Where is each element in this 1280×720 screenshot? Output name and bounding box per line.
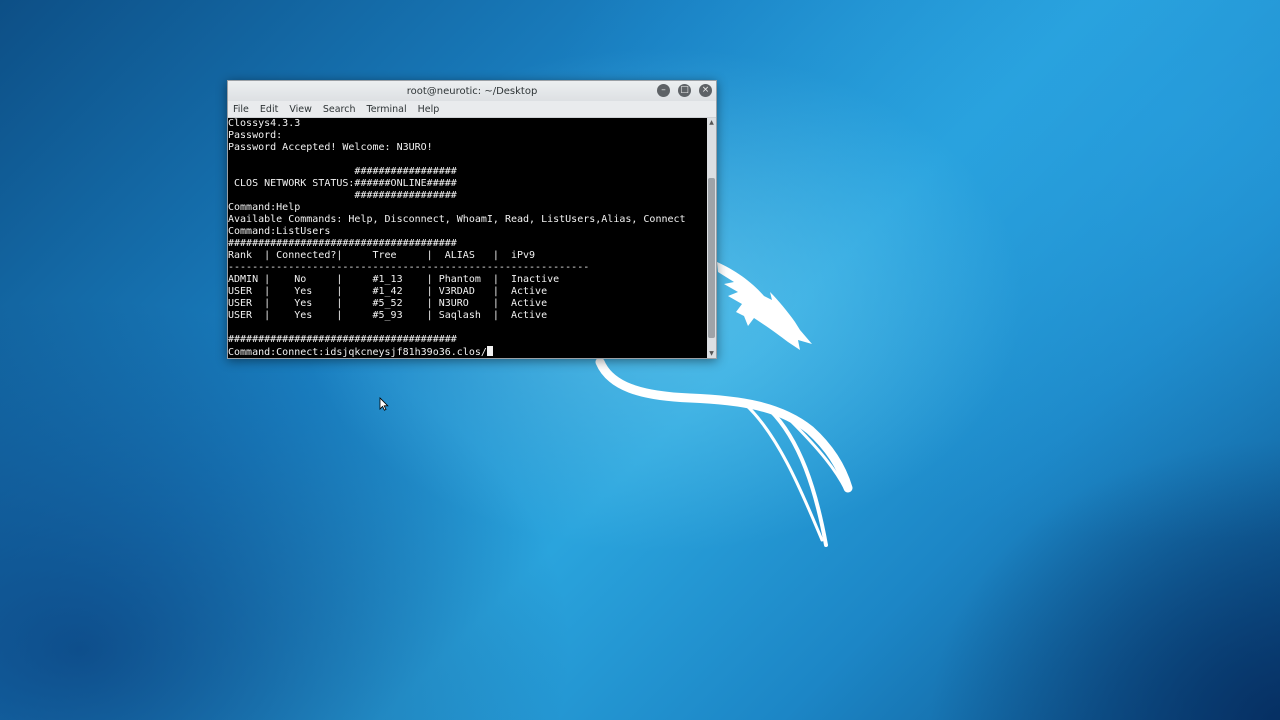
terminal-line: CLOS NETWORK STATUS:######ONLINE##### (228, 178, 457, 189)
terminal-line: Clossys4.3.3 (228, 118, 301, 129)
terminal-line: Password: (228, 130, 283, 141)
terminal-scrollbar[interactable]: ▲ ▼ (707, 118, 716, 358)
menu-view[interactable]: View (289, 104, 312, 115)
window-titlebar[interactable]: root@neurotic: ~/Desktop – □ × (228, 81, 716, 102)
dragon-body-stroke (595, 357, 853, 493)
terminal-line: Password Accepted! Welcome: N3URO! (228, 142, 433, 153)
menu-terminal[interactable]: Terminal (367, 104, 407, 115)
menu-edit[interactable]: Edit (260, 104, 278, 115)
terminal-window[interactable]: root@neurotic: ~/Desktop – □ × File Edit… (227, 80, 717, 359)
terminal-line: USER | Yes | #5_93 | Saqlash | Active (228, 310, 548, 321)
menubar: File Edit View Search Terminal Help (228, 101, 716, 118)
terminal-prompt-line[interactable]: Command:Connect:idsjqkcneysjf81h39o36.cl… (228, 346, 708, 358)
menu-help[interactable]: Help (418, 104, 440, 115)
menu-file[interactable]: File (233, 104, 249, 115)
terminal-line: ADMIN | No | #1_13 | Phantom | Inactive (228, 274, 560, 285)
terminal-line: Available Commands: Help, Disconnect, Wh… (228, 214, 686, 225)
terminal-line: Command:Help (228, 202, 301, 213)
scroll-down-icon[interactable]: ▼ (707, 349, 716, 358)
terminal-line: ################# (228, 190, 457, 201)
scroll-up-icon[interactable]: ▲ (707, 118, 716, 127)
terminal-line: ###################################### (228, 238, 457, 249)
terminal-output: Clossys4.3.3 Password: Password Accepted… (228, 118, 708, 346)
terminal-line: ################# (228, 166, 457, 177)
terminal-line: USER | Yes | #5_52 | N3URO | Active (228, 298, 548, 309)
terminal-line: ----------------------------------------… (228, 262, 590, 273)
minimize-icon[interactable]: – (657, 84, 670, 97)
terminal-line: USER | Yes | #1_42 | V3RDAD | Active (228, 286, 548, 297)
prompt-text: Command:Connect:idsjqkcneysjf81h39o36.cl… (228, 347, 487, 358)
terminal-screen[interactable]: Clossys4.3.3 Password: Password Accepted… (228, 118, 708, 358)
window-title: root@neurotic: ~/Desktop (406, 85, 538, 97)
terminal-line: Command:ListUsers (228, 226, 331, 237)
maximize-icon[interactable]: □ (678, 84, 691, 97)
menu-search[interactable]: Search (323, 104, 356, 115)
scrollbar-thumb[interactable] (708, 178, 715, 338)
terminal-line: ###################################### (228, 334, 457, 345)
mouse-pointer-icon (379, 397, 389, 411)
terminal-line: Rank | Connected?| Tree | ALIAS | iPv9 (228, 250, 536, 261)
text-cursor (486, 346, 493, 356)
window-controls: – □ × (657, 84, 712, 97)
close-icon[interactable]: × (699, 84, 712, 97)
